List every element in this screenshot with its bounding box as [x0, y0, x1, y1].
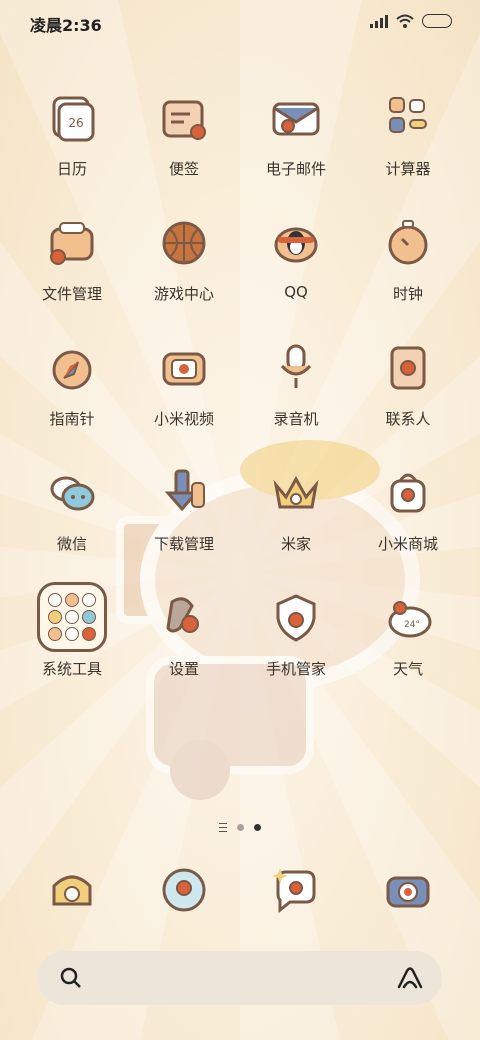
download-icon: [164, 469, 205, 512]
app-label: 天气: [392, 660, 423, 678]
app-video[interactable]: 小米视频: [128, 338, 240, 463]
app-label: 便签: [168, 160, 199, 178]
notes-icon: [162, 100, 206, 140]
app-label: 下载管理: [153, 535, 214, 553]
app-contacts[interactable]: 联系人: [352, 338, 464, 463]
app-game-center[interactable]: 游戏中心: [128, 213, 240, 338]
app-label: 计算器: [385, 160, 431, 178]
app-calculator[interactable]: 计算器: [352, 88, 464, 213]
game-center-icon: [162, 221, 206, 265]
mijia-icon: [273, 475, 319, 509]
app-mi-store[interactable]: 小米商城: [352, 463, 464, 588]
page-dot-list[interactable]: [219, 823, 227, 832]
svg-text:24°: 24°: [404, 620, 420, 630]
messages-icon: [272, 868, 316, 914]
page-dot-active[interactable]: [254, 824, 261, 831]
app-label: 系统工具: [41, 660, 102, 678]
app-label: 指南针: [49, 410, 95, 428]
phone-icon: [52, 875, 92, 906]
dock-browser[interactable]: [128, 860, 240, 920]
app-label: 米家: [280, 535, 311, 553]
app-label: 时钟: [392, 285, 423, 303]
app-calendar[interactable]: 26 日历: [16, 88, 128, 213]
app-file-manager[interactable]: 文件管理: [16, 213, 128, 338]
clock-icon: [388, 220, 428, 265]
app-label: 游戏中心: [153, 285, 214, 303]
wechat-icon: [50, 476, 95, 511]
settings-icon: [166, 597, 199, 633]
app-label: 录音机: [273, 410, 319, 428]
assistant-icon[interactable]: [396, 965, 424, 991]
qq-icon: [274, 227, 318, 263]
page-indicator[interactable]: [0, 823, 480, 832]
app-label: 手机管家: [265, 660, 326, 678]
app-mijia[interactable]: 米家: [240, 463, 352, 588]
mi-store-icon: [390, 473, 426, 513]
app-compass[interactable]: 指南针: [16, 338, 128, 463]
app-label: 设置: [168, 660, 199, 678]
compass-icon: [52, 350, 92, 390]
app-recorder[interactable]: 录音机: [240, 338, 352, 463]
dock-camera[interactable]: [352, 860, 464, 920]
page-dot[interactable]: [237, 824, 244, 831]
signal-icon: [370, 14, 388, 28]
calendar-icon: 26: [52, 96, 95, 142]
app-label: QQ: [284, 283, 308, 301]
app-label: 联系人: [385, 410, 431, 428]
app-notes[interactable]: 便签: [128, 88, 240, 213]
app-label: 日历: [56, 160, 87, 178]
app-weather[interactable]: 24° 天气: [352, 588, 464, 713]
app-clock[interactable]: 时钟: [352, 213, 464, 338]
wifi-icon: [396, 14, 414, 28]
file-manager-icon: [50, 222, 94, 265]
browser-icon: [162, 868, 206, 912]
app-label: 文件管理: [41, 285, 102, 303]
svg-text:26: 26: [68, 116, 83, 130]
contacts-icon: [390, 346, 426, 390]
app-download[interactable]: 下载管理: [128, 463, 240, 588]
calculator-icon: [389, 97, 427, 133]
search-bar[interactable]: [38, 951, 442, 1005]
folder-icon: [37, 582, 107, 652]
dock-phone[interactable]: [16, 860, 128, 920]
app-label: 微信: [56, 535, 87, 553]
video-icon: [162, 352, 206, 386]
recorder-icon: [280, 344, 312, 388]
app-settings[interactable]: 设置: [128, 588, 240, 713]
app-email[interactable]: 电子邮件: [240, 88, 352, 213]
camera-icon: [386, 876, 430, 908]
battery-icon: [422, 14, 452, 28]
app-qq[interactable]: QQ: [240, 213, 352, 338]
app-label: 电子邮件: [265, 160, 326, 178]
app-label: 小米视频: [153, 410, 214, 428]
app-folder-system-tools[interactable]: 系统工具: [16, 582, 128, 713]
app-grid: 26 日历 便签 电子邮件 计算器 文件管理 游戏中心 QQ 时钟 指南针 小米…: [16, 88, 464, 713]
weather-icon: 24°: [388, 601, 432, 638]
app-wechat[interactable]: 微信: [16, 463, 128, 588]
app-label: 小米商城: [377, 535, 438, 553]
search-icon[interactable]: [58, 965, 84, 991]
dock: [16, 860, 464, 920]
status-bar: 凌晨2:36: [0, 0, 480, 44]
status-time: 凌晨2:36: [30, 16, 102, 35]
app-security[interactable]: 手机管家: [240, 588, 352, 713]
dock-messages[interactable]: [240, 860, 352, 920]
security-icon: [276, 594, 316, 642]
email-icon: [272, 102, 320, 136]
